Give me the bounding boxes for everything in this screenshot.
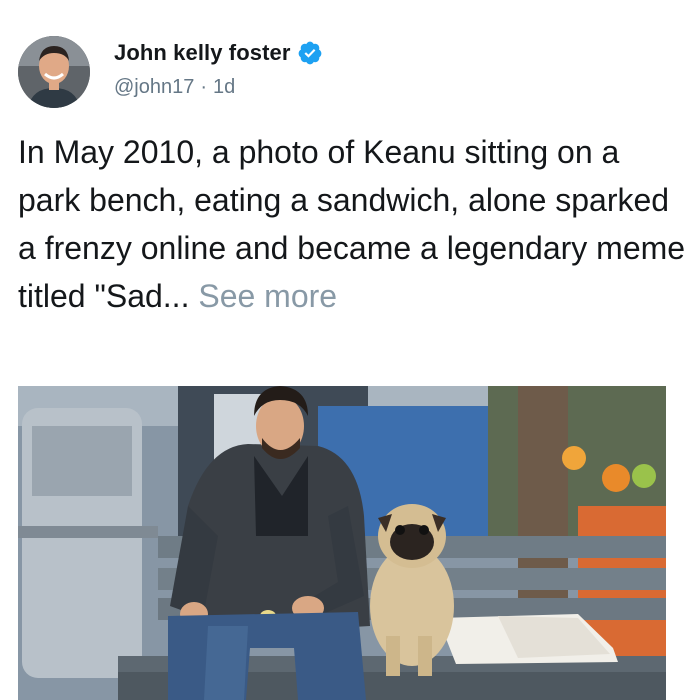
photo-man-with-pug-on-bench xyxy=(18,386,666,700)
person-avatar-icon xyxy=(18,36,90,108)
author-display-name[interactable]: John kelly foster xyxy=(114,40,291,66)
meta-separator: · xyxy=(200,76,208,98)
tweet-media-image[interactable] xyxy=(18,386,666,700)
author-handle[interactable]: @john17 xyxy=(114,76,194,99)
see-more-link[interactable]: See more xyxy=(198,278,337,314)
author-avatar[interactable] xyxy=(18,36,90,108)
author-info: John kelly foster @john17 · 1d xyxy=(114,40,323,99)
tweet-body: In May 2010, a photo of Keanu sitting on… xyxy=(18,128,688,320)
tweet-header: John kelly foster @john17 · 1d xyxy=(18,36,678,112)
author-meta: @john17 · 1d xyxy=(114,76,323,99)
verified-badge-icon xyxy=(297,40,323,66)
tweet-timestamp[interactable]: 1d xyxy=(213,76,235,99)
tweet-text: In May 2010, a photo of Keanu sitting on… xyxy=(18,134,686,314)
name-row: John kelly foster xyxy=(114,40,323,66)
